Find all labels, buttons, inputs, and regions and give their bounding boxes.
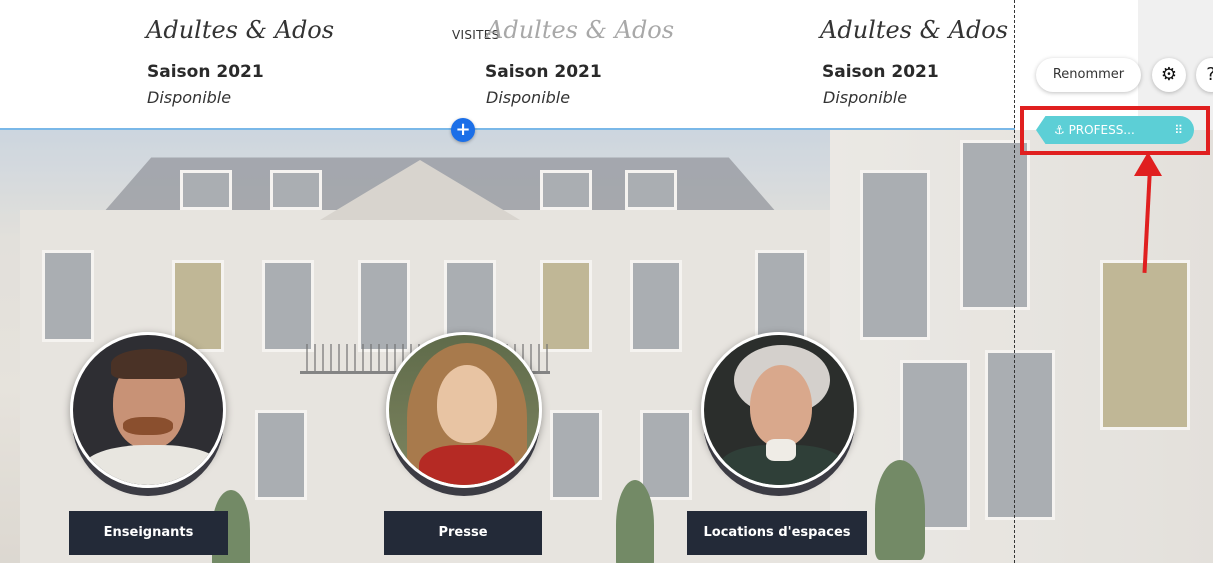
- column-season-3: Saison 2021: [822, 62, 939, 82]
- add-section-button[interactable]: +: [451, 118, 475, 142]
- column-season-1: Saison 2021: [147, 62, 264, 82]
- portrait-man-ruff-image[interactable]: [70, 332, 226, 488]
- portrait-man-wig-image[interactable]: [701, 332, 857, 488]
- column-availability-2: Disponible: [486, 88, 571, 107]
- viewport-guide-line: [1014, 0, 1015, 563]
- highlight-annotation-box: [1020, 106, 1210, 155]
- column-title-2: Adultes & Ados: [486, 16, 675, 44]
- rename-button[interactable]: Renommer: [1036, 58, 1141, 92]
- card-label-locations[interactable]: Locations d'espaces: [687, 511, 867, 555]
- help-icon: ?: [1206, 64, 1213, 85]
- settings-button[interactable]: ⚙: [1152, 58, 1186, 92]
- column-title-1: Adultes & Ados: [146, 16, 335, 44]
- editor-canvas: Adultes & Ados Saison 2021 Disponible VI…: [0, 0, 1213, 563]
- card-label-presse[interactable]: Presse: [384, 511, 542, 555]
- column-season-2: Saison 2021: [485, 62, 602, 82]
- column-availability-1: Disponible: [147, 88, 232, 107]
- gear-icon: ⚙: [1160, 64, 1178, 85]
- column-title-3: Adultes & Ados: [820, 16, 1009, 44]
- column-availability-3: Disponible: [823, 88, 908, 107]
- card-label-enseignants[interactable]: Enseignants: [69, 511, 228, 555]
- portrait-madonna-image[interactable]: [386, 332, 542, 488]
- section-boundary-line: [0, 128, 1015, 130]
- annotation-arrow-head: [1134, 152, 1162, 176]
